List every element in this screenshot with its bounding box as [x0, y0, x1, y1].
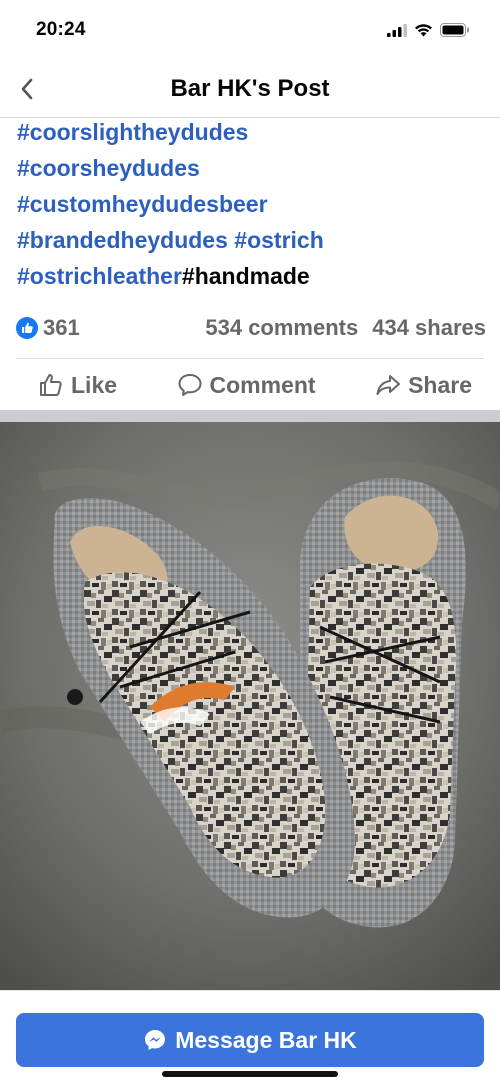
status-bar: 20:24 [0, 0, 500, 60]
bottom-bar: Message Bar HK [0, 990, 500, 1083]
status-icons [387, 23, 470, 37]
nav-bar: Bar HK's Post [0, 60, 500, 118]
message-button-label: Message Bar HK [175, 1026, 357, 1053]
post-plain-text: #handmade [181, 263, 310, 289]
shares-count[interactable]: 434 shares [372, 315, 486, 341]
page-title: Bar HK's Post [170, 74, 330, 102]
message-button[interactable]: Message Bar HK [16, 1013, 484, 1067]
post-photo[interactable] [0, 422, 500, 990]
hashtag-link[interactable]: #ostrich [234, 227, 323, 253]
hashtag-link[interactable]: #coorsheydudes [17, 155, 200, 181]
like-count[interactable]: 361 [16, 315, 80, 341]
camo-slip-on-shoes-photo [0, 422, 500, 990]
action-bar: Like Comment Share [16, 360, 484, 410]
divider [16, 358, 484, 359]
post-line-2: #coorsheydudes [17, 150, 487, 186]
back-button[interactable] [10, 72, 44, 106]
reactions-row: 361 534 comments 434 shares [16, 310, 486, 346]
like-count-text: 361 [43, 315, 80, 340]
battery-icon [440, 23, 469, 37]
hashtag-link[interactable]: #customheydudesbeer [17, 191, 268, 217]
chevron-left-icon [21, 78, 33, 100]
hashtag-link[interactable]: #coorslightheydudes [17, 119, 248, 145]
comment-label: Comment [209, 371, 316, 398]
like-label: Like [71, 371, 118, 398]
share-button[interactable]: Share [375, 372, 472, 399]
section-divider [0, 410, 500, 422]
hashtag-link[interactable]: #ostrichleather [17, 263, 182, 289]
comment-icon [178, 374, 202, 396]
hashtag-link[interactable]: #brandedheydudes [17, 227, 228, 253]
signal-icon [387, 23, 407, 37]
share-label: Share [408, 371, 472, 398]
like-reaction-icon [16, 317, 38, 339]
post-text: #coorslightheydudes #coorsheydudes #cust… [17, 114, 487, 294]
thumbs-up-icon [40, 374, 62, 396]
post-line-1: #coorslightheydudes [17, 114, 487, 150]
post-line-3: #customheydudesbeer [17, 186, 487, 222]
post-line-4: #brandedheydudes #ostrich [17, 222, 487, 258]
like-button[interactable]: Like [38, 372, 117, 399]
comment-button[interactable]: Comment [177, 372, 316, 399]
wifi-icon [415, 24, 432, 37]
comments-count[interactable]: 534 comments [205, 315, 358, 341]
status-time: 20:24 [36, 19, 86, 40]
post-line-5: #ostrichleather#handmade [17, 258, 487, 294]
messenger-icon [145, 1030, 166, 1050]
home-indicator [162, 1071, 338, 1077]
engagement-counts: 534 comments 434 shares [205, 315, 486, 341]
share-icon [376, 375, 401, 395]
